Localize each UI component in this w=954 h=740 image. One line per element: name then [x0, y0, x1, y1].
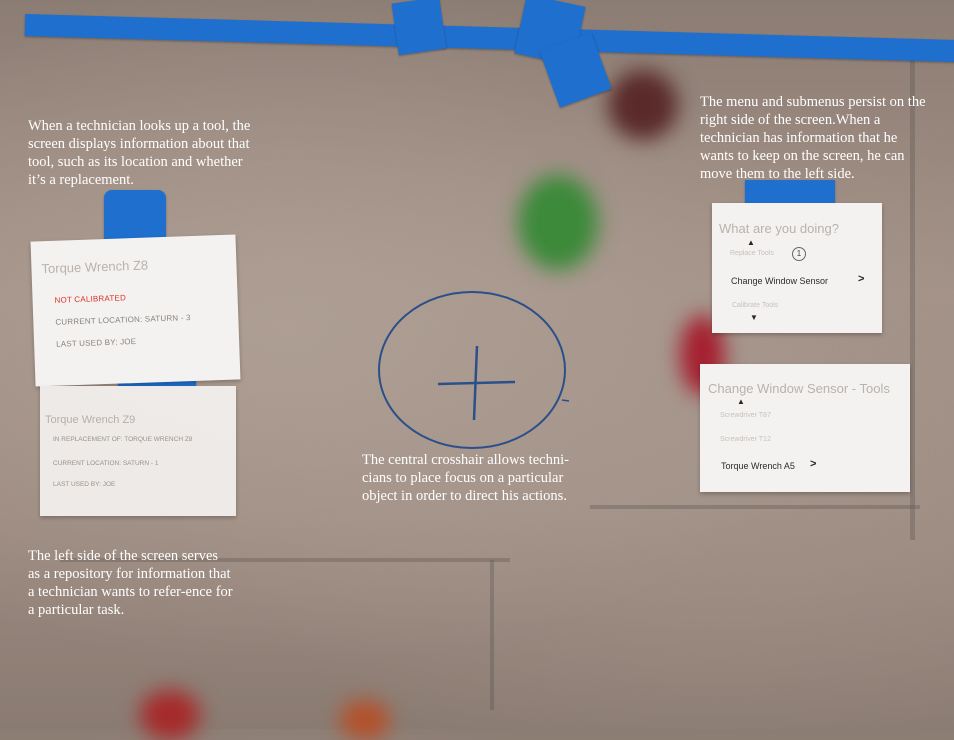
menu-up-arrow-icon[interactable]: ▲ — [747, 238, 755, 247]
crosshair — [378, 291, 570, 449]
crosshair-circle — [378, 291, 566, 449]
tool-info-card-z9[interactable]: Torque Wrench Z9 IN REPLACEMENT OF: TORQ… — [40, 386, 236, 516]
tape-piece — [745, 180, 835, 204]
menu-item-badge: 1 — [792, 247, 806, 261]
menu-item-calibrate-tools[interactable]: Calibrate Tools — [732, 302, 778, 309]
submenu-item-torque-wrench-a5[interactable]: Torque Wrench A5 — [721, 461, 795, 471]
tool-card-location: CURRENT LOCATION: SATURN - 1 — [53, 460, 159, 467]
chevron-right-icon[interactable]: > — [810, 458, 816, 470]
submenu-item-screwdriver-t87[interactable]: Screwdriver T87 — [720, 412, 771, 419]
tool-card-status: NOT CALIBRATED — [54, 293, 127, 305]
submenu-card[interactable]: Change Window Sensor - Tools ▲ Screwdriv… — [700, 364, 910, 492]
tool-card-last-used: LAST USED BY: JOE — [55, 336, 137, 349]
menu-down-arrow-icon[interactable]: ▼ — [750, 313, 758, 322]
menu-title: What are you doing? — [719, 221, 839, 236]
menu-item-change-window-sensor[interactable]: Change Window Sensor — [731, 276, 828, 286]
background-orange-object — [340, 700, 390, 740]
background-darkred-object — [608, 70, 678, 140]
caption-crosshair: The central crosshair allows techni-cian… — [362, 452, 569, 504]
caption-tool-lookup: When a technician looks up a tool, the s… — [28, 118, 251, 188]
submenu-title: Change Window Sensor - Tools — [708, 381, 890, 396]
submenu-up-arrow-icon[interactable]: ▲ — [737, 397, 745, 406]
caption-menu-persist: The menu and submenus persist on the rig… — [700, 94, 926, 182]
tool-card-title: Torque Wrench Z8 — [41, 257, 149, 277]
tool-info-card-z8[interactable]: Torque Wrench Z8 NOT CALIBRATED CURRENT … — [30, 234, 241, 387]
submenu-item-screwdriver-t12[interactable]: Screwdriver T12 — [720, 436, 771, 443]
tool-card-location: CURRENT LOCATION: SATURN - 3 — [55, 313, 191, 327]
caption-left-repository: The left side of the screen serves as a … — [28, 548, 233, 618]
crosshair-tick — [561, 399, 570, 402]
tool-card-last-used: LAST USED BY: JOE — [53, 481, 116, 488]
tool-card-title: Torque Wrench Z9 — [45, 414, 136, 426]
top-tape-strip — [24, 14, 954, 63]
main-menu-card[interactable]: What are you doing? ▲ Replace Tools 1 Ch… — [712, 203, 882, 333]
tape-piece — [391, 0, 447, 56]
background-red-object-2 — [140, 690, 200, 740]
chevron-right-icon[interactable]: > — [858, 273, 864, 285]
background-green-object — [518, 175, 598, 270]
background-frame-line — [590, 505, 920, 509]
crosshair-horizontal — [437, 380, 516, 386]
menu-item-replace-tools[interactable]: Replace Tools — [730, 250, 774, 257]
tool-card-replacement: IN REPLACEMENT OF: TORQUE WRENCH Z8 — [53, 436, 193, 443]
background-frame-line — [490, 560, 494, 710]
